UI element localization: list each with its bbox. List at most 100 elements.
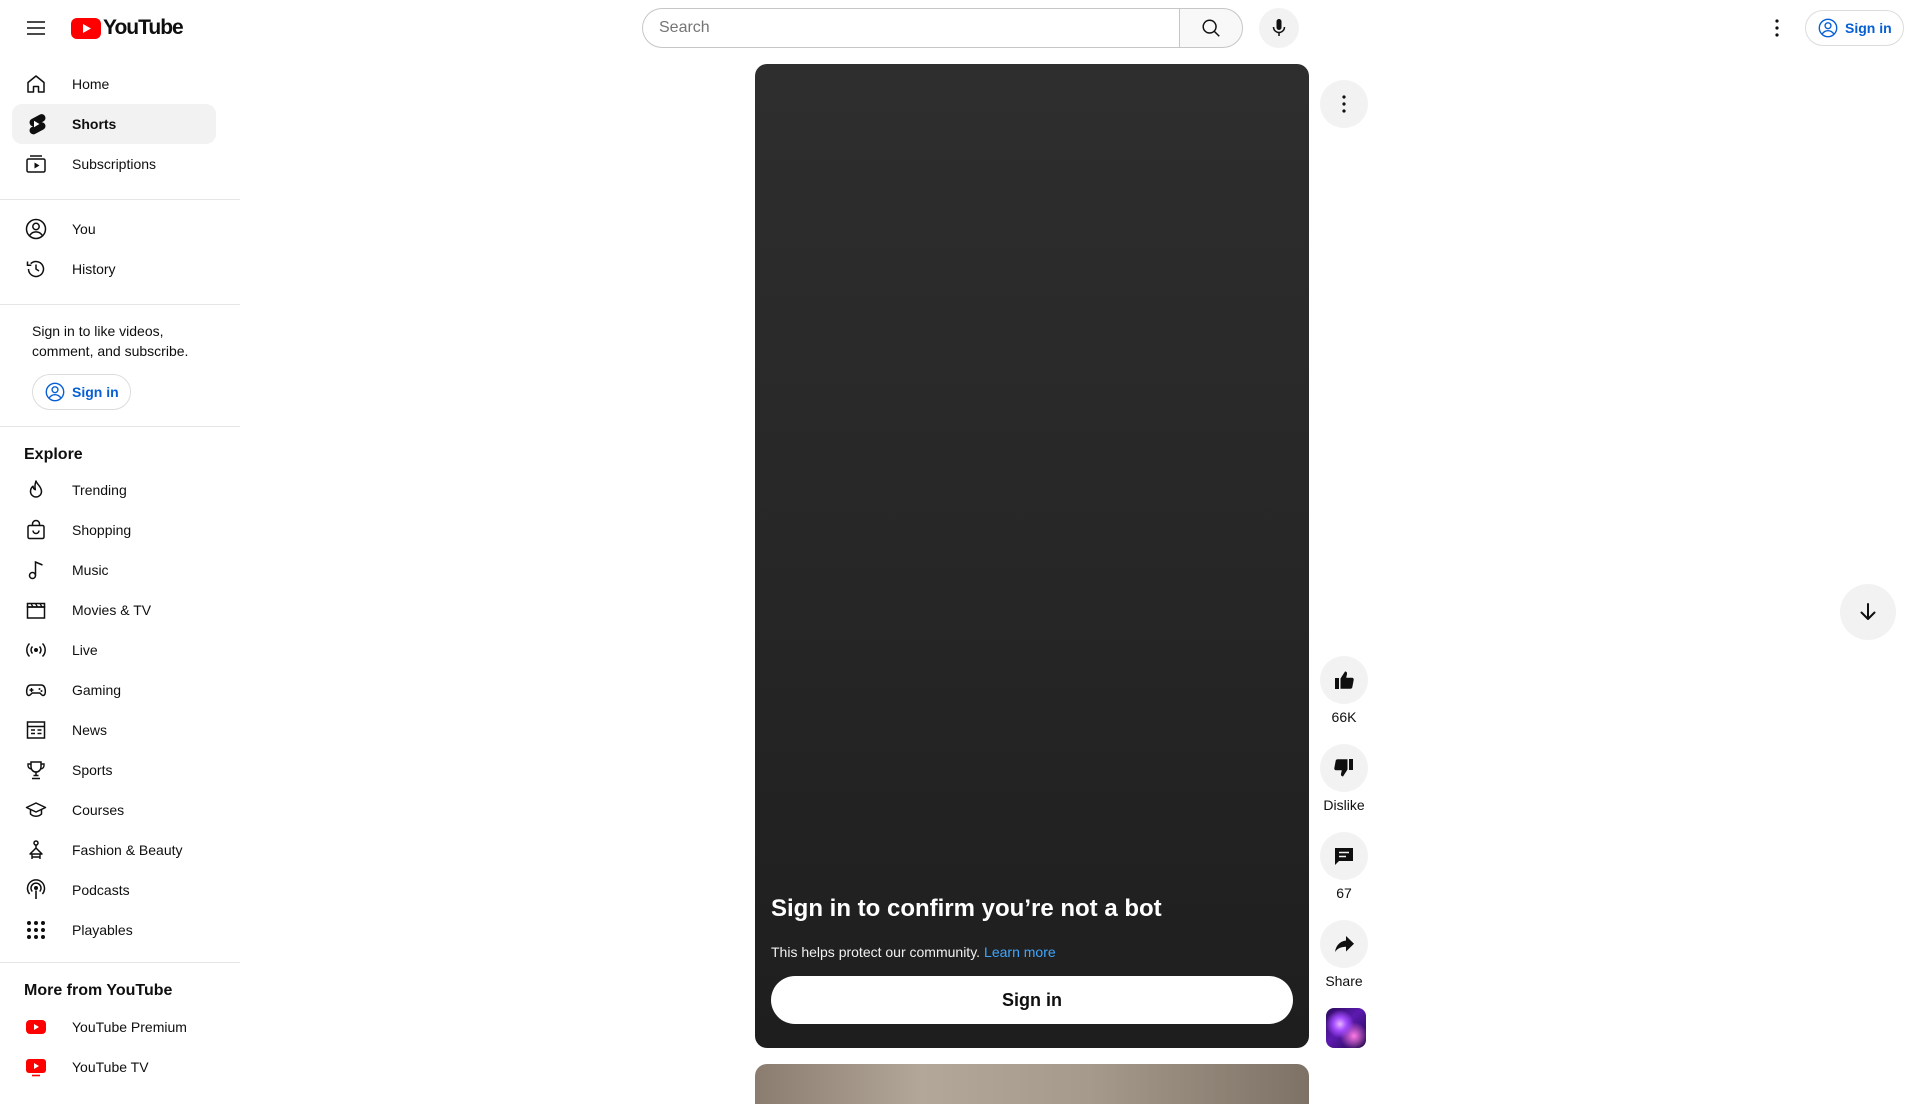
sidebar-item-label: History xyxy=(72,261,116,277)
hamburger-menu-icon xyxy=(24,16,48,40)
player-sign-in-button[interactable]: Sign in xyxy=(771,976,1293,1024)
comment-icon xyxy=(1332,844,1356,868)
logo-wordmark: YouTube xyxy=(103,16,184,39)
podcast-icon xyxy=(24,878,48,902)
share-label: Share xyxy=(1325,973,1363,989)
sidebar-item-podcasts[interactable]: Podcasts xyxy=(12,870,216,910)
sidebar-item-history[interactable]: History xyxy=(12,249,216,289)
sidebar-item-label: Courses xyxy=(72,802,125,818)
voice-search-button[interactable] xyxy=(1259,8,1299,48)
thumbs-up-icon xyxy=(1332,668,1356,692)
sidebar-item-label: News xyxy=(72,722,108,738)
sidebar-divider xyxy=(0,426,240,427)
graduation-cap-icon xyxy=(24,798,48,822)
page-scrollbar[interactable] xyxy=(1916,0,1920,1080)
guide-menu-button[interactable] xyxy=(16,8,56,48)
sidebar-signin-prompt: Sign in to like videos, comment, and sub… xyxy=(32,323,189,359)
sidebar-item-live[interactable]: Live xyxy=(12,630,216,670)
sidebar-item-label: Movies & TV xyxy=(72,602,152,618)
masthead-sign-in-button[interactable]: Sign in xyxy=(1805,10,1904,46)
comments-button[interactable] xyxy=(1320,832,1368,880)
youtube-logo[interactable]: YouTube xyxy=(71,16,184,39)
sign-in-label: Sign in xyxy=(72,384,119,400)
thumbs-down-icon xyxy=(1332,756,1356,780)
youtube-play-logo-icon xyxy=(71,17,101,39)
sidebar-item-trending[interactable]: Trending xyxy=(12,470,216,510)
sidebar-divider xyxy=(0,199,240,200)
sidebar-item-youtube-tv[interactable]: YouTube TV xyxy=(12,1047,216,1080)
search-button[interactable] xyxy=(1179,8,1243,48)
sidebar-item-youtube-premium[interactable]: YouTube Premium xyxy=(12,1007,216,1047)
like-count: 66K xyxy=(1331,709,1357,725)
learn-more-link[interactable]: Learn more xyxy=(984,944,1056,960)
sidebar-item-subscriptions[interactable]: Subscriptions xyxy=(12,144,216,184)
trophy-icon xyxy=(24,758,48,782)
sidebar-item-label: Podcasts xyxy=(72,882,130,898)
sidebar-divider xyxy=(0,962,240,963)
sidebar-item-home[interactable]: Home xyxy=(12,64,216,104)
history-icon xyxy=(24,257,48,281)
sidebar-item-label: Trending xyxy=(72,482,127,498)
bot-check-message: This helps protect our community. xyxy=(771,944,981,960)
sidebar-item-sports[interactable]: Sports xyxy=(12,750,216,790)
music-note-icon xyxy=(24,558,48,582)
shorts-player[interactable]: Sign in to confirm you’re not a bot This… xyxy=(755,64,1309,1048)
like-button[interactable] xyxy=(1320,656,1368,704)
sidebar-item-label: Sports xyxy=(72,762,113,778)
sidebar-item-news[interactable]: News xyxy=(12,710,216,750)
sidebar-divider xyxy=(0,304,240,305)
audio-source-thumbnail[interactable] xyxy=(1326,1008,1366,1048)
sidebar-item-label: Live xyxy=(72,642,98,658)
account-circle-icon xyxy=(1817,17,1839,39)
guide-sidebar: Home Shorts Subscriptions You History Si… xyxy=(0,56,240,1080)
subscriptions-icon xyxy=(24,152,48,176)
sidebar-item-label: YouTube TV xyxy=(72,1059,149,1075)
account-circle-icon xyxy=(44,381,66,403)
next-short-preview[interactable] xyxy=(755,1064,1309,1104)
more-vertical-icon xyxy=(1765,16,1789,40)
sidebar-item-label: Playables xyxy=(72,922,133,938)
sidebar-item-label: You xyxy=(72,221,96,237)
comment-count: 67 xyxy=(1336,885,1352,901)
youtube-tv-icon xyxy=(24,1055,48,1079)
sidebar-sign-in-button[interactable]: Sign in xyxy=(32,374,131,410)
sidebar-item-movies-tv[interactable]: Movies & TV xyxy=(12,590,216,630)
microphone-icon xyxy=(1267,16,1291,40)
search-icon xyxy=(1200,17,1222,39)
sidebar-item-label: Shorts xyxy=(72,116,117,132)
explore-section-title: Explore xyxy=(24,446,83,463)
sidebar-item-music[interactable]: Music xyxy=(12,550,216,590)
sidebar-item-label: YouTube Premium xyxy=(72,1019,187,1035)
more-vertical-icon xyxy=(1332,92,1356,116)
more-from-youtube-title: More from YouTube xyxy=(24,982,173,999)
short-more-options-button[interactable] xyxy=(1320,80,1368,128)
sidebar-item-fashion-beauty[interactable]: Fashion & Beauty xyxy=(12,830,216,870)
dislike-label: Dislike xyxy=(1323,797,1365,813)
sidebar-item-gaming[interactable]: Gaming xyxy=(12,670,216,710)
youtube-premium-icon xyxy=(24,1015,48,1039)
sidebar-item-courses[interactable]: Courses xyxy=(12,790,216,830)
sidebar-item-shopping[interactable]: Shopping xyxy=(12,510,216,550)
settings-more-button[interactable] xyxy=(1757,8,1797,48)
clapperboard-icon xyxy=(24,598,48,622)
sidebar-item-you[interactable]: You xyxy=(12,209,216,249)
search-input[interactable] xyxy=(642,8,1179,48)
grid-dots-icon xyxy=(24,918,48,942)
sidebar-item-label: Music xyxy=(72,562,109,578)
live-icon xyxy=(24,638,48,662)
sidebar-item-label: Home xyxy=(72,76,110,92)
bot-check-title: Sign in to confirm you’re not a bot xyxy=(771,895,1162,922)
dislike-button[interactable] xyxy=(1320,744,1368,792)
sign-in-label: Sign in xyxy=(1845,20,1892,36)
share-button[interactable] xyxy=(1320,920,1368,968)
trending-icon xyxy=(24,478,48,502)
sidebar-item-shorts[interactable]: Shorts xyxy=(12,104,216,144)
gamepad-icon xyxy=(24,678,48,702)
sidebar-item-label: Subscriptions xyxy=(72,156,157,172)
shopping-bag-icon xyxy=(24,518,48,542)
sidebar-item-label: Shopping xyxy=(72,522,132,538)
account-circle-icon xyxy=(24,217,48,241)
arrow-down-icon xyxy=(1856,600,1880,624)
sidebar-item-playables[interactable]: Playables xyxy=(12,910,216,950)
next-short-button[interactable] xyxy=(1840,584,1896,640)
